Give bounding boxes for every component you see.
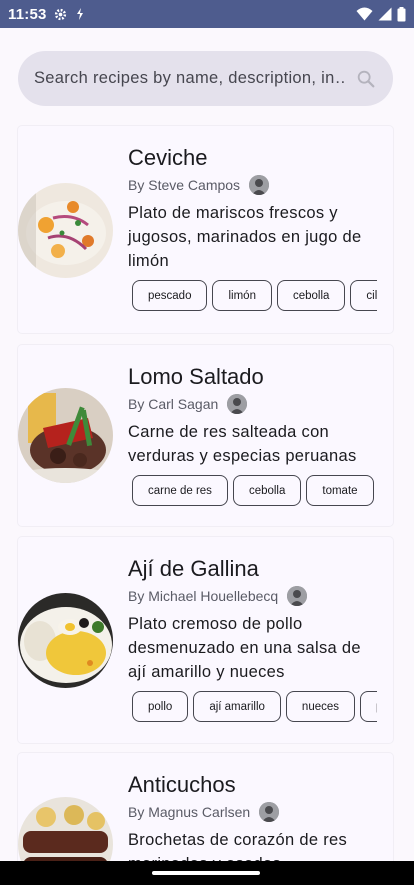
tag-chip[interactable]: cilantro bbox=[350, 280, 377, 311]
tag-chip[interactable]: pescado bbox=[132, 280, 208, 311]
avatar bbox=[259, 802, 280, 822]
recipe-title: Ají de Gallina bbox=[128, 556, 259, 581]
author-row: By Michael Houellebecq bbox=[128, 585, 393, 607]
tag-chip[interactable]: ají amarillo bbox=[193, 691, 281, 722]
tag-chip[interactable]: nueces bbox=[285, 691, 356, 722]
recipe-author: By Magnus Carlsen bbox=[128, 804, 251, 820]
avatar bbox=[227, 394, 248, 414]
recipe-author: By Carl Sagan bbox=[128, 396, 219, 412]
search-input[interactable] bbox=[34, 69, 347, 88]
recipe-title: Ceviche bbox=[128, 145, 208, 170]
status-time: 11:53 bbox=[8, 5, 47, 23]
tag-chip[interactable]: cebolla bbox=[276, 280, 346, 311]
wifi-icon bbox=[356, 7, 373, 21]
signal-icon bbox=[378, 7, 392, 21]
author-row: By Carl Sagan bbox=[128, 393, 393, 415]
tag-chip[interactable]: pollo bbox=[132, 691, 189, 722]
avatar bbox=[249, 175, 270, 195]
tag-chip[interactable]: carne de res bbox=[132, 475, 228, 506]
recipe-author: By Michael Houellebecq bbox=[128, 588, 279, 604]
recipe-card[interactable]: Lomo Saltado By Carl Sagan Carne de res … bbox=[18, 345, 393, 526]
status-bar: 11:53 bbox=[0, 0, 414, 28]
tag-chip[interactable]: pan bbox=[360, 691, 377, 722]
tag-chip[interactable]: tomate bbox=[306, 475, 374, 506]
recipe-card[interactable]: Ceviche By Steve Campos Plato de marisco… bbox=[18, 126, 393, 333]
avatar bbox=[287, 586, 308, 606]
recipe-image bbox=[18, 388, 113, 483]
recipe-content: Ceviche By Steve Campos Plato de marisco… bbox=[128, 144, 393, 311]
recipe-title: Anticuchos bbox=[128, 772, 236, 797]
recipe-content: Lomo Saltado By Carl Sagan Carne de res … bbox=[128, 363, 393, 506]
search-icon[interactable] bbox=[355, 68, 377, 90]
navigation-bar bbox=[0, 861, 414, 885]
recipe-title: Lomo Saltado bbox=[128, 364, 264, 389]
author-row: By Steve Campos bbox=[128, 174, 393, 196]
recipe-image bbox=[18, 183, 113, 278]
settings-icon bbox=[54, 8, 66, 20]
tag-list: carne de res cebolla tomate bbox=[132, 475, 377, 506]
home-handle[interactable] bbox=[152, 871, 260, 875]
recipe-image bbox=[18, 593, 113, 688]
tag-list: pescado limón cebolla cilantro bbox=[132, 280, 377, 311]
recipe-description: Plato de mariscos frescos y jugosos, mar… bbox=[128, 204, 362, 270]
recipe-description: Plato cremoso de pollo desmenuzado en un… bbox=[128, 615, 361, 681]
tag-chip[interactable]: cebolla bbox=[232, 475, 302, 506]
battery-icon bbox=[397, 6, 406, 21]
recipe-author: By Steve Campos bbox=[128, 177, 241, 193]
recipe-content: Ají de Gallina By Michael Houellebecq Pl… bbox=[128, 555, 393, 722]
search-bar[interactable] bbox=[18, 51, 393, 106]
recipe-description: Carne de res salteada con verduras y esp… bbox=[128, 423, 357, 465]
recipe-card[interactable]: Ají de Gallina By Michael Houellebecq Pl… bbox=[18, 537, 393, 743]
sync-icon bbox=[76, 8, 83, 20]
tag-chip[interactable]: limón bbox=[212, 280, 272, 311]
tag-list: pollo ají amarillo nueces pan bbox=[132, 691, 377, 722]
author-row: By Magnus Carlsen bbox=[128, 801, 393, 823]
